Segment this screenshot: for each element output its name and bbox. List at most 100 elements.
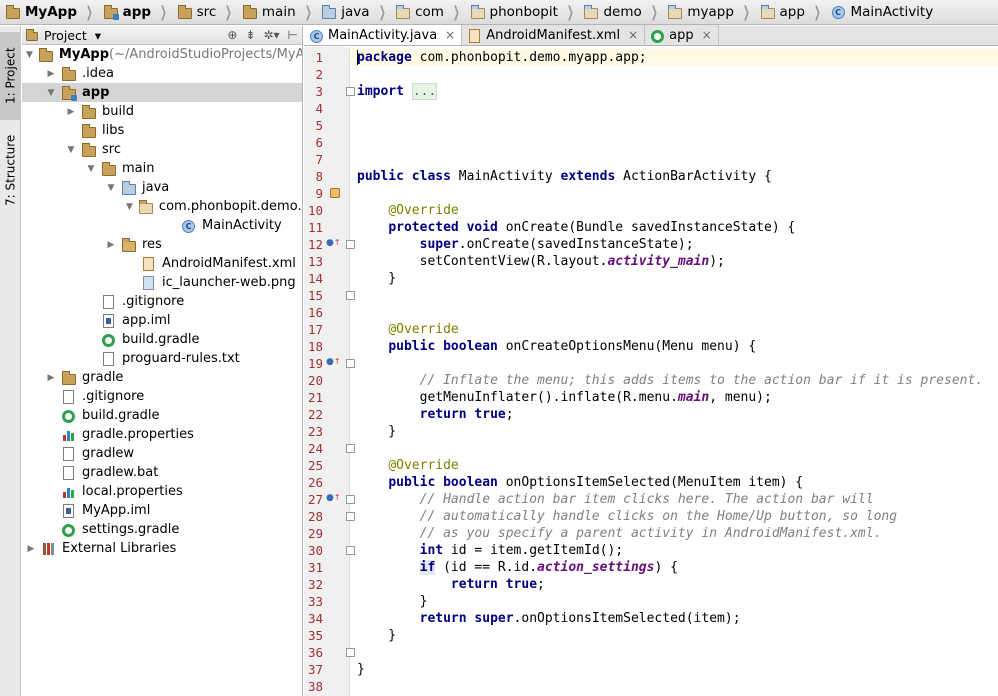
code-token: } [357, 594, 428, 609]
code-line: return true; [357, 406, 514, 423]
gear-icon[interactable]: ✲▾ [263, 28, 279, 42]
code-token: (id == R.id. [435, 560, 538, 575]
structure-tool-tab[interactable]: 7: Structure [0, 126, 21, 214]
tree-node[interactable]: ▼ MyApp (~/AndroidStudioProjects/MyAp [22, 45, 302, 64]
breadcrumb-item[interactable]: C MainActivity [830, 0, 936, 24]
tree-node[interactable]: ▼ main [22, 159, 302, 178]
editor-tab[interactable]: app × [645, 25, 719, 45]
editor-gutter[interactable]: 1 2 3 4 5 6 7 8 9 10 11 12 13 14 15 16 17 18 19 20 21 22 23 24 2… [304, 47, 355, 696]
code-token: main [677, 390, 710, 405]
code-token: getMenuInflater().inflate(R.menu. [357, 390, 678, 405]
code-token: return super [419, 611, 514, 626]
expand-down-icon[interactable]: ▼ [66, 145, 76, 155]
line-number: 32 [307, 577, 323, 592]
tree-node[interactable]: ▼ src [22, 140, 302, 159]
code-token: extends [560, 169, 616, 184]
tree-node[interactable]: build.gradle [22, 406, 302, 425]
text-file-icon [62, 446, 76, 461]
breadcrumb-item[interactable]: demo ❯ [582, 0, 666, 24]
tree-node[interactable]: build.gradle [22, 330, 302, 349]
code-token: public class [357, 169, 451, 184]
code-line: } [357, 270, 396, 287]
libraries-icon [42, 542, 56, 556]
tree-node[interactable]: ▼ com.phonbopit.demo.m [22, 197, 302, 216]
tree-node[interactable]: local.properties [22, 482, 302, 501]
breadcrumb-item[interactable]: app ❯ [759, 0, 830, 24]
expand-down-icon[interactable]: ▼ [106, 183, 116, 193]
project-tool-tab[interactable]: 1: Project [0, 32, 21, 120]
tree-node[interactable]: gradlew [22, 444, 302, 463]
code-editor[interactable]: 1 2 3 4 5 6 7 8 9 10 11 12 13 14 15 16 17 18 19 20 21 22 23 24 2… [304, 47, 998, 696]
breadcrumb-item[interactable]: main ❯ [241, 0, 320, 24]
collapse-all-icon[interactable]: ⇟ [245, 28, 255, 42]
tree-node[interactable]: app.iml [22, 311, 302, 330]
close-icon[interactable]: × [702, 28, 712, 42]
tree-node[interactable]: proguard-rules.txt [22, 349, 302, 368]
class-layout-icon[interactable] [330, 188, 340, 198]
breadcrumb-item[interactable]: MyApp ❯ [4, 0, 102, 24]
line-number: 10 [307, 203, 323, 218]
tree-node[interactable]: .gitignore [22, 387, 302, 406]
tree-node[interactable]: C MainActivity [22, 216, 302, 235]
tree-node[interactable]: ▶ External Libraries [22, 539, 302, 558]
tree-node-label: local.properties [82, 484, 183, 499]
tree-node[interactable]: ic_launcher-web.png [22, 273, 302, 292]
tree-node[interactable]: gradle.properties [22, 425, 302, 444]
tree-node[interactable]: gradlew.bat [22, 463, 302, 482]
line-number: 28 [307, 509, 323, 524]
editor-tab[interactable]: C MainActivity.java × [304, 25, 463, 45]
expand-right-icon[interactable]: ▶ [46, 373, 56, 383]
tree-node[interactable]: ▼ java [22, 178, 302, 197]
code-line: @Override [357, 321, 458, 338]
expand-right-icon[interactable]: ▶ [46, 69, 56, 79]
code-token: super [419, 237, 459, 252]
expand-right-icon[interactable]: ▶ [66, 107, 76, 117]
breadcrumb-item[interactable]: phonbopit ❯ [469, 0, 583, 24]
tree-node[interactable]: AndroidManifest.xml [22, 254, 302, 273]
breadcrumb-item[interactable]: com ❯ [394, 0, 468, 24]
tree-node[interactable]: ▶ build [22, 102, 302, 121]
tree-node-label: External Libraries [62, 541, 177, 556]
chevron-down-icon[interactable]: ▾ [95, 28, 101, 43]
tree-node[interactable]: settings.gradle [22, 520, 302, 539]
project-view-selector[interactable]: Project [44, 28, 87, 43]
scroll-from-source-icon[interactable]: ⊕ [227, 28, 237, 42]
code-token: @Override [388, 458, 459, 473]
code-token: MainActivity [450, 169, 561, 184]
tree-node[interactable]: ▼ app [22, 83, 302, 102]
breadcrumb-item[interactable]: myapp ❯ [666, 0, 758, 24]
code-line: getMenuInflater().inflate(R.menu.main, m… [357, 389, 772, 406]
folder-icon [62, 370, 76, 385]
breadcrumb-item[interactable]: app ❯ [102, 0, 176, 24]
tree-node[interactable]: ▶ res [22, 235, 302, 254]
breadcrumb-item[interactable]: src ❯ [176, 0, 241, 24]
source-folder-icon [122, 180, 136, 195]
line-number: 20 [307, 373, 323, 388]
expand-right-icon[interactable]: ▶ [106, 240, 116, 250]
code-area[interactable]: package com.phonbopit.demo.myapp.app; imp… [351, 47, 998, 696]
editor-tab[interactable]: AndroidManifest.xml × [462, 25, 646, 45]
tree-node[interactable]: .gitignore [22, 292, 302, 311]
override-method-icon[interactable]: ●↑ [326, 493, 341, 503]
close-icon[interactable]: × [628, 28, 638, 42]
expand-down-icon[interactable]: ▼ [26, 50, 33, 60]
expand-down-icon[interactable]: ▼ [126, 202, 133, 212]
line-number: 4 [315, 101, 323, 116]
code-line: protected void onCreate(Bundle savedInst… [357, 219, 795, 236]
tree-node-label: main [122, 161, 155, 176]
expand-down-icon[interactable]: ▼ [46, 88, 56, 98]
properties-file-icon [62, 485, 76, 499]
tree-node[interactable]: ▶ .idea [22, 64, 302, 83]
expand-down-icon[interactable]: ▼ [86, 164, 96, 174]
override-method-icon[interactable]: ●↑ [326, 357, 341, 367]
tree-node[interactable]: libs [22, 121, 302, 140]
expand-right-icon[interactable]: ▶ [26, 544, 36, 554]
hide-panel-icon[interactable]: ⊢ [288, 28, 298, 42]
tree-node[interactable]: ▶ gradle [22, 368, 302, 387]
breadcrumb-item[interactable]: java ❯ [320, 0, 394, 24]
override-method-icon[interactable]: ●↑ [326, 238, 341, 248]
close-icon[interactable]: × [445, 28, 455, 42]
tree-node[interactable]: MyApp.iml [22, 501, 302, 520]
